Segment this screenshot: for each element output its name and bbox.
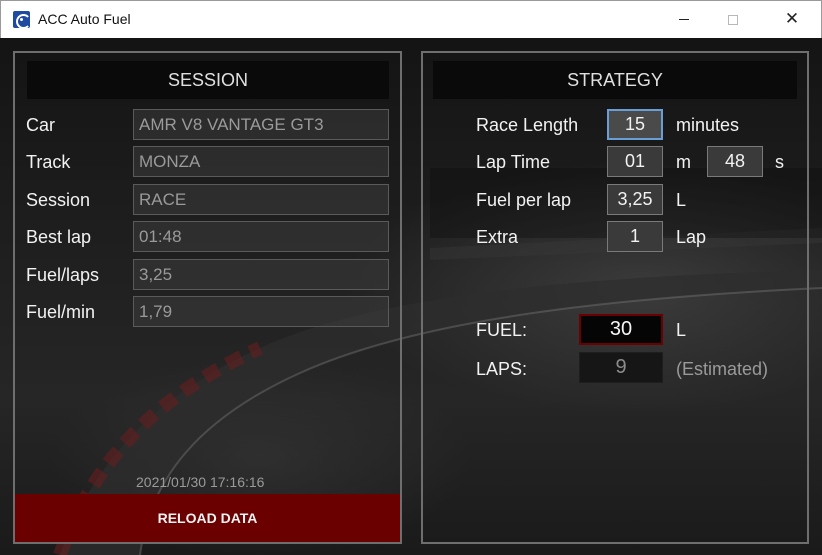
laps-estimated-note: (Estimated) <box>676 359 769 379</box>
fuel-per-lap-label: Fuel per lap <box>476 190 572 210</box>
extra-unit: Lap <box>676 227 707 247</box>
maximize-icon <box>728 14 738 25</box>
title-bar: ACC Auto Fuel ✕ <box>0 0 822 38</box>
strategy-panel: STRATEGY Race Length 15 minutes Lap Time… <box>421 51 809 544</box>
fuel-laps-field[interactable]: 3,25 <box>133 259 389 290</box>
laps-result-label: LAPS: <box>476 359 528 379</box>
fuel-per-lap-unit: L <box>676 190 687 210</box>
extra-laps-input[interactable]: 1 <box>607 221 663 252</box>
race-length-unit: minutes <box>676 115 740 135</box>
minimize-button[interactable] <box>661 1 707 38</box>
window-title: ACC Auto Fuel <box>38 11 131 27</box>
close-icon: ✕ <box>784 9 800 29</box>
acc-logo-icon <box>13 11 31 29</box>
session-label: Session <box>26 190 91 210</box>
window-body: SESSION Car AMR V8 VANTAGE GT3 Track MON… <box>0 38 822 555</box>
lap-time-label: Lap Time <box>476 152 551 172</box>
fuel-result-value: 30 <box>579 314 663 345</box>
minimize-icon <box>679 19 689 20</box>
lap-time-seconds-unit: s <box>775 152 784 172</box>
extra-label: Extra <box>476 227 519 247</box>
session-header: SESSION <box>27 61 389 99</box>
lap-time-minutes-input[interactable]: 01 <box>607 146 663 177</box>
car-label: Car <box>26 115 56 135</box>
session-timestamp: 2021/01/30 17:16:16 <box>136 474 265 490</box>
fuel-min-label: Fuel/min <box>26 302 96 322</box>
session-panel: SESSION Car AMR V8 VANTAGE GT3 Track MON… <box>13 51 402 544</box>
race-length-input[interactable]: 15 <box>607 109 663 140</box>
best-lap-field[interactable]: 01:48 <box>133 221 389 252</box>
car-field[interactable]: AMR V8 VANTAGE GT3 <box>133 109 389 140</box>
strategy-header: STRATEGY <box>433 61 797 99</box>
laps-result-value: 9 <box>579 352 663 383</box>
fuel-laps-label: Fuel/laps <box>26 265 100 285</box>
fuel-result-unit: L <box>676 320 687 340</box>
session-field[interactable]: RACE <box>133 184 389 215</box>
fuel-result-label: FUEL: <box>476 320 528 340</box>
maximize-button[interactable] <box>710 1 756 38</box>
fuel-per-lap-input[interactable]: 3,25 <box>607 184 663 215</box>
lap-time-seconds-input[interactable]: 48 <box>707 146 763 177</box>
best-lap-label: Best lap <box>26 227 92 247</box>
reload-data-button[interactable]: RELOAD DATA <box>15 494 400 542</box>
track-field[interactable]: MONZA <box>133 146 389 177</box>
close-button[interactable]: ✕ <box>769 1 815 38</box>
track-label: Track <box>26 152 71 172</box>
race-length-label: Race Length <box>476 115 579 135</box>
lap-time-minutes-unit: m <box>676 152 691 172</box>
fuel-min-field[interactable]: 1,79 <box>133 296 389 327</box>
